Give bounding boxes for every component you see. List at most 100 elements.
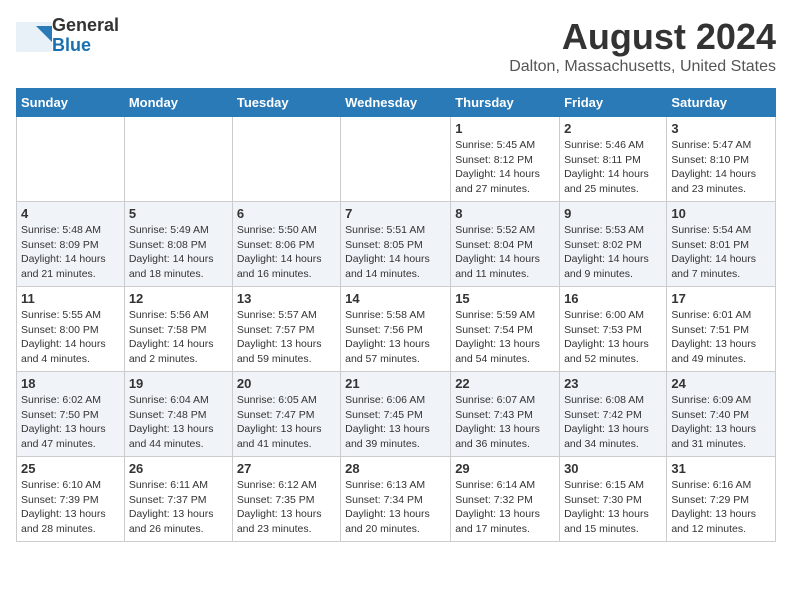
day-info: Sunrise: 6:04 AM Sunset: 7:48 PM Dayligh…: [129, 393, 228, 452]
day-info: Sunrise: 6:15 AM Sunset: 7:30 PM Dayligh…: [564, 478, 662, 537]
day-cell: 4Sunrise: 5:48 AM Sunset: 8:09 PM Daylig…: [17, 202, 125, 287]
day-info: Sunrise: 6:08 AM Sunset: 7:42 PM Dayligh…: [564, 393, 662, 452]
day-cell: 3 Sunrise: 5:47 AM Sunset: 8:10 PM Daylig…: [667, 117, 776, 202]
day-info: Sunrise: 6:14 AM Sunset: 7:32 PM Dayligh…: [455, 478, 555, 537]
week-row-2: 4Sunrise: 5:48 AM Sunset: 8:09 PM Daylig…: [17, 202, 776, 287]
day-cell: 21Sunrise: 6:06 AM Sunset: 7:45 PM Dayli…: [341, 372, 451, 457]
day-number: 16: [564, 291, 662, 306]
day-number: 18: [21, 376, 120, 391]
day-cell: 14 Sunrise: 5:58 AM Sunset: 7:56 PM Dayli…: [341, 287, 451, 372]
week-row-3: 11 Sunrise: 5:55 AM Sunset: 8:00 PM Dayli…: [17, 287, 776, 372]
logo-icon: [16, 22, 48, 50]
day-number: 22: [455, 376, 555, 391]
logo-text: General Blue: [52, 16, 119, 56]
day-number: 3: [671, 121, 771, 136]
day-cell: 16Sunrise: 6:00 AM Sunset: 7:53 PM Dayli…: [560, 287, 667, 372]
day-info: Sunrise: 6:09 AM Sunset: 7:40 PM Dayligh…: [671, 393, 771, 452]
page-header: General Blue August 2024 Dalton, Massach…: [16, 16, 776, 76]
day-info: Sunrise: 5:58 AM Sunset: 7:56 PM Dayligh…: [345, 308, 446, 367]
day-number: 10: [671, 206, 771, 221]
logo-line2: Blue: [52, 36, 119, 56]
day-cell: 17Sunrise: 6:01 AM Sunset: 7:51 PM Dayli…: [667, 287, 776, 372]
day-number: 30: [564, 461, 662, 476]
col-monday: Monday: [124, 89, 232, 117]
day-number: 21: [345, 376, 446, 391]
day-cell: 1 Sunrise: 5:45 AM Sunset: 8:12 PM Daylig…: [451, 117, 560, 202]
day-number: 1: [455, 121, 555, 136]
day-info: Sunrise: 6:05 AM Sunset: 7:47 PM Dayligh…: [237, 393, 336, 452]
day-info: Sunrise: 5:49 AM Sunset: 8:08 PM Dayligh…: [129, 223, 228, 282]
day-number: 13: [237, 291, 336, 306]
day-cell: 20 Sunrise: 6:05 AM Sunset: 7:47 PM Dayli…: [232, 372, 340, 457]
day-number: 24: [671, 376, 771, 391]
day-cell: 26 Sunrise: 6:11 AM Sunset: 7:37 PM Dayli…: [124, 457, 232, 542]
day-info: Sunrise: 5:53 AM Sunset: 8:02 PM Dayligh…: [564, 223, 662, 282]
day-cell: 27 Sunrise: 6:12 AM Sunset: 7:35 PM Dayli…: [232, 457, 340, 542]
day-cell: [17, 117, 125, 202]
day-number: 28: [345, 461, 446, 476]
day-cell: [232, 117, 340, 202]
day-number: 19: [129, 376, 228, 391]
day-number: 5: [129, 206, 228, 221]
day-info: Sunrise: 5:55 AM Sunset: 8:00 PM Dayligh…: [21, 308, 120, 367]
col-thursday: Thursday: [451, 89, 560, 117]
day-number: 12: [129, 291, 228, 306]
day-number: 25: [21, 461, 120, 476]
day-cell: 18 Sunrise: 6:02 AM Sunset: 7:50 PM Dayli…: [17, 372, 125, 457]
day-number: 7: [345, 206, 446, 221]
location-subtitle: Dalton, Massachusetts, United States: [509, 58, 776, 76]
day-number: 29: [455, 461, 555, 476]
day-number: 31: [671, 461, 771, 476]
day-cell: 5 Sunrise: 5:49 AM Sunset: 8:08 PM Daylig…: [124, 202, 232, 287]
col-friday: Friday: [560, 89, 667, 117]
day-info: Sunrise: 5:46 AM Sunset: 8:11 PM Dayligh…: [564, 138, 662, 197]
day-cell: 11 Sunrise: 5:55 AM Sunset: 8:00 PM Dayli…: [17, 287, 125, 372]
week-row-1: 1 Sunrise: 5:45 AM Sunset: 8:12 PM Daylig…: [17, 117, 776, 202]
day-cell: 8Sunrise: 5:52 AM Sunset: 8:04 PM Daylig…: [451, 202, 560, 287]
day-number: 27: [237, 461, 336, 476]
day-info: Sunrise: 6:16 AM Sunset: 7:29 PM Dayligh…: [671, 478, 771, 537]
week-row-5: 25 Sunrise: 6:10 AM Sunset: 7:39 PM Dayli…: [17, 457, 776, 542]
day-number: 17: [671, 291, 771, 306]
day-info: Sunrise: 5:57 AM Sunset: 7:57 PM Dayligh…: [237, 308, 336, 367]
day-cell: 13 Sunrise: 5:57 AM Sunset: 7:57 PM Dayli…: [232, 287, 340, 372]
day-info: Sunrise: 5:59 AM Sunset: 7:54 PM Dayligh…: [455, 308, 555, 367]
col-sunday: Sunday: [17, 89, 125, 117]
col-wednesday: Wednesday: [341, 89, 451, 117]
day-number: 26: [129, 461, 228, 476]
day-info: Sunrise: 5:45 AM Sunset: 8:12 PM Dayligh…: [455, 138, 555, 197]
day-cell: 10Sunrise: 5:54 AM Sunset: 8:01 PM Dayli…: [667, 202, 776, 287]
day-info: Sunrise: 6:12 AM Sunset: 7:35 PM Dayligh…: [237, 478, 336, 537]
title-block: August 2024 Dalton, Massachusetts, Unite…: [509, 16, 776, 76]
day-cell: 24 Sunrise: 6:09 AM Sunset: 7:40 PM Dayli…: [667, 372, 776, 457]
day-info: Sunrise: 5:47 AM Sunset: 8:10 PM Dayligh…: [671, 138, 771, 197]
day-cell: [341, 117, 451, 202]
day-number: 20: [237, 376, 336, 391]
day-cell: 7 Sunrise: 5:51 AM Sunset: 8:05 PM Daylig…: [341, 202, 451, 287]
day-cell: 23Sunrise: 6:08 AM Sunset: 7:42 PM Dayli…: [560, 372, 667, 457]
day-cell: 2Sunrise: 5:46 AM Sunset: 8:11 PM Daylig…: [560, 117, 667, 202]
day-info: Sunrise: 6:13 AM Sunset: 7:34 PM Dayligh…: [345, 478, 446, 537]
logo-line1: General: [52, 16, 119, 36]
day-number: 14: [345, 291, 446, 306]
month-year-title: August 2024: [509, 16, 776, 58]
day-info: Sunrise: 6:10 AM Sunset: 7:39 PM Dayligh…: [21, 478, 120, 537]
day-info: Sunrise: 5:50 AM Sunset: 8:06 PM Dayligh…: [237, 223, 336, 282]
week-row-4: 18 Sunrise: 6:02 AM Sunset: 7:50 PM Dayli…: [17, 372, 776, 457]
day-number: 6: [237, 206, 336, 221]
day-cell: 12 Sunrise: 5:56 AM Sunset: 7:58 PM Dayli…: [124, 287, 232, 372]
day-info: Sunrise: 5:56 AM Sunset: 7:58 PM Dayligh…: [129, 308, 228, 367]
day-cell: 31 Sunrise: 6:16 AM Sunset: 7:29 PM Dayli…: [667, 457, 776, 542]
col-saturday: Saturday: [667, 89, 776, 117]
day-info: Sunrise: 6:02 AM Sunset: 7:50 PM Dayligh…: [21, 393, 120, 452]
day-number: 11: [21, 291, 120, 306]
day-cell: 6 Sunrise: 5:50 AM Sunset: 8:06 PM Daylig…: [232, 202, 340, 287]
day-number: 8: [455, 206, 555, 221]
day-info: Sunrise: 6:07 AM Sunset: 7:43 PM Dayligh…: [455, 393, 555, 452]
day-info: Sunrise: 5:51 AM Sunset: 8:05 PM Dayligh…: [345, 223, 446, 282]
day-cell: 15Sunrise: 5:59 AM Sunset: 7:54 PM Dayli…: [451, 287, 560, 372]
logo: General Blue: [16, 16, 119, 56]
day-number: 4: [21, 206, 120, 221]
day-cell: 29 Sunrise: 6:14 AM Sunset: 7:32 PM Dayli…: [451, 457, 560, 542]
day-info: Sunrise: 6:11 AM Sunset: 7:37 PM Dayligh…: [129, 478, 228, 537]
